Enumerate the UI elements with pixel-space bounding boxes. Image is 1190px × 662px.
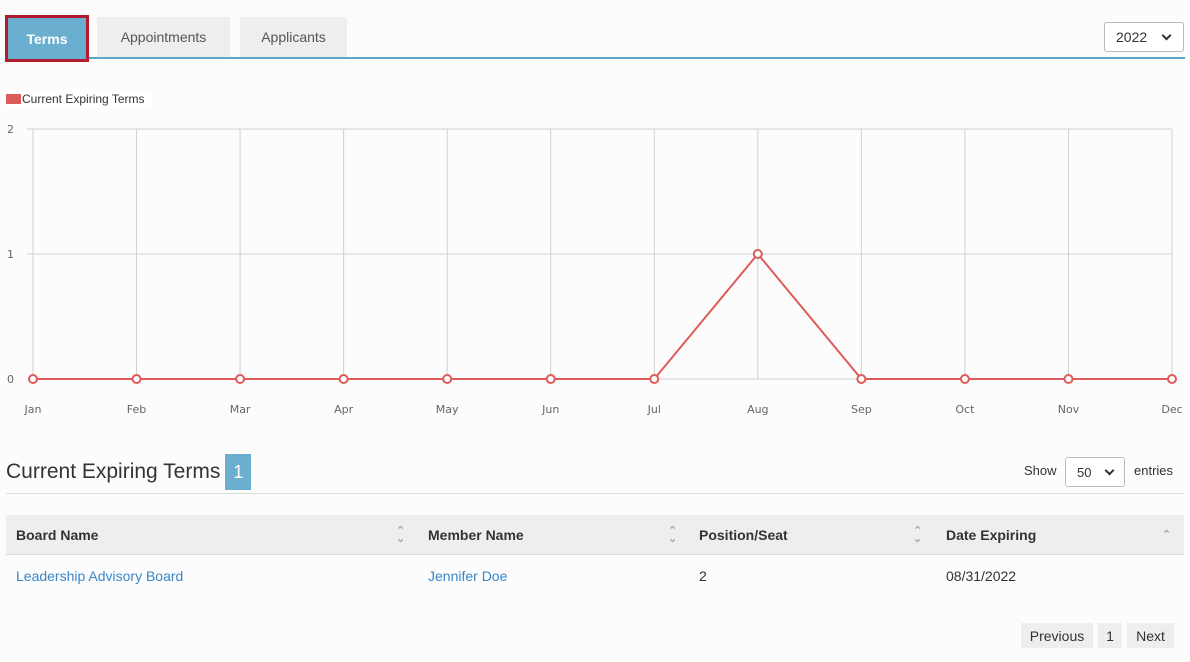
x-tick-label: Feb xyxy=(127,403,146,416)
section-heading: Current Expiring Terms 1 xyxy=(6,454,252,490)
data-point xyxy=(131,374,142,384)
year-select-value: 2022 xyxy=(1116,29,1148,45)
y-tick-label: 0 xyxy=(7,373,14,386)
date-expiring-cell: 08/31/2022 xyxy=(946,568,1017,584)
x-tick-label: Dec xyxy=(1161,403,1182,416)
data-point xyxy=(959,374,970,384)
column-header-board-name[interactable]: Board Name ⌃ ⌄ xyxy=(16,515,416,555)
y-tick-label: 2 xyxy=(7,123,14,136)
tab-terms[interactable]: Terms xyxy=(5,15,89,62)
next-page-button[interactable]: Next xyxy=(1127,623,1174,648)
x-tick-label: Oct xyxy=(955,403,975,416)
table-header: Board Name ⌃ ⌄ Member Name ⌃ ⌄ Position/Se… xyxy=(6,515,1184,555)
expiring-terms-chart: 0 1 2 Jan Feb Mar Apr May Jun Jul Aug Sep Oct Nov Dec xyxy=(7,123,1183,416)
x-tick-label: Nov xyxy=(1058,403,1080,416)
column-label: Position/Seat xyxy=(699,527,788,543)
chevron-down-icon xyxy=(1104,465,1115,476)
column-header-position-seat[interactable]: Position/Seat ⌃ ⌄ xyxy=(699,515,939,555)
position-seat-cell: 2 xyxy=(699,568,707,584)
entries-select-value: 50 xyxy=(1077,464,1092,480)
legend-swatch xyxy=(6,94,21,104)
x-tick-label: May xyxy=(436,403,459,416)
entries-label: entries xyxy=(1134,463,1174,478)
previous-page-button[interactable]: Previous xyxy=(1021,623,1093,648)
x-tick-label: Apr xyxy=(334,403,354,416)
section-title: Current Expiring Terms xyxy=(6,460,221,483)
column-header-member-name[interactable]: Member Name ⌃ ⌄ xyxy=(428,515,698,555)
column-label: Board Name xyxy=(16,527,99,543)
column-header-date-expiring[interactable]: Date Expiring ⌃ xyxy=(946,515,1182,555)
legend-label: Current Expiring Terms xyxy=(22,92,145,106)
x-tick-label: Mar xyxy=(230,403,251,416)
x-tick-label: Sep xyxy=(851,403,872,416)
x-tick-label: Jan xyxy=(24,403,42,416)
data-point xyxy=(649,374,660,384)
x-tick-label: Jul xyxy=(647,403,661,416)
data-point xyxy=(545,374,556,384)
sort-both-icon: ⌃ ⌄ xyxy=(396,525,406,545)
section-divider xyxy=(6,493,1184,494)
sort-both-icon: ⌃ ⌄ xyxy=(668,525,678,545)
data-point xyxy=(752,249,763,259)
y-tick-label: 1 xyxy=(7,248,14,261)
tab-underline xyxy=(6,57,1185,59)
entries-select[interactable]: 50 xyxy=(1065,457,1125,487)
board-name-link[interactable]: Leadership Advisory Board xyxy=(16,562,183,590)
data-point xyxy=(442,374,453,384)
sort-both-icon: ⌃ ⌄ xyxy=(913,525,923,545)
tab-bar: Terms Appointments Applicants 2022 xyxy=(0,0,1190,62)
column-label: Member Name xyxy=(428,527,524,543)
tab-applicants[interactable]: Applicants xyxy=(240,17,347,57)
tab-appointments[interactable]: Appointments xyxy=(97,17,230,57)
page-1-button[interactable]: 1 xyxy=(1098,623,1122,648)
data-point xyxy=(235,374,246,384)
column-label: Date Expiring xyxy=(946,527,1037,543)
show-label: Show xyxy=(1024,463,1057,478)
x-tick-label: Aug xyxy=(747,403,768,416)
series-line xyxy=(33,252,1172,380)
member-name-link[interactable]: Jennifer Doe xyxy=(428,562,507,590)
chart-legend[interactable]: Current Expiring Terms xyxy=(6,90,153,108)
year-select[interactable]: 2022 xyxy=(1104,22,1184,52)
chevron-down-icon xyxy=(1161,30,1172,41)
data-point xyxy=(338,374,349,384)
data-point xyxy=(1063,374,1074,384)
data-point xyxy=(28,374,38,384)
count-badge: 1 xyxy=(225,454,252,490)
x-tick-label: Jun xyxy=(541,403,559,416)
sort-asc-icon: ⌃ xyxy=(1162,529,1172,541)
data-point xyxy=(856,374,867,384)
data-point xyxy=(1167,374,1177,384)
